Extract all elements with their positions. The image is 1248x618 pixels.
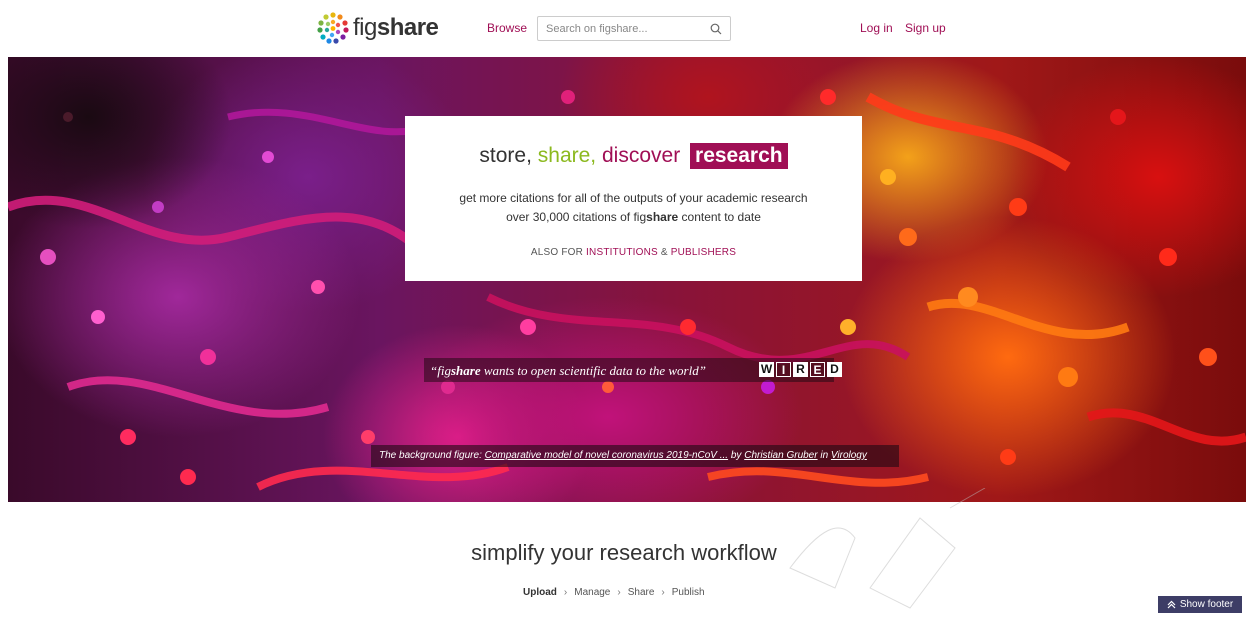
- show-footer-button[interactable]: Show footer: [1158, 596, 1242, 613]
- workflow-step-share[interactable]: Share: [628, 587, 655, 598]
- wired-logo: W I R E D: [759, 362, 842, 377]
- wired-letter-d: D: [827, 362, 842, 377]
- search-icon[interactable]: [710, 23, 722, 35]
- institutions-link[interactable]: INSTITUTIONS: [586, 247, 658, 258]
- subtitle-suffix: content to date: [678, 210, 761, 224]
- credit-in: in: [817, 450, 831, 461]
- workflow-steps: Upload › Manage › Share › Publish: [523, 587, 705, 598]
- also-for-amp: &: [660, 247, 668, 258]
- quote-bold: share: [450, 363, 481, 378]
- logo-wordmark: figshare: [353, 14, 439, 42]
- subtitle-prefix: over 30,000 citations of fig: [506, 210, 647, 224]
- figshare-logo[interactable]: figshare: [316, 10, 439, 46]
- wired-letter-i: I: [776, 362, 791, 377]
- credit-prefix: The background figure:: [379, 450, 485, 461]
- quote-rest: wants to open scientific data to the wor…: [480, 363, 706, 378]
- login-link[interactable]: Log in: [860, 21, 893, 35]
- signup-link[interactable]: Sign up: [905, 21, 946, 35]
- quote-open: “fig: [430, 363, 451, 378]
- quote-text: “figshare wants to open scientific data …: [430, 363, 706, 379]
- search-input[interactable]: [546, 21, 706, 37]
- credit-text: The background figure: Comparative model…: [379, 450, 867, 461]
- credit-author-link[interactable]: Christian Gruber: [744, 450, 817, 461]
- also-for-prefix: ALSO FOR: [530, 247, 584, 258]
- tagline-research: research: [690, 143, 788, 169]
- hero-subtitle-line2: over 30,000 citations of figshare conten…: [405, 210, 862, 224]
- wired-letter-e: E: [810, 362, 825, 377]
- hero-banner: store, share, discover research get more…: [8, 57, 1246, 502]
- subtitle-bold: share: [646, 210, 679, 224]
- chevron-right-icon: ›: [563, 587, 568, 598]
- wired-letter-w: W: [759, 362, 774, 377]
- hero-card: store, share, discover research get more…: [405, 116, 862, 281]
- credit-journal-link[interactable]: Virology: [831, 450, 867, 461]
- browse-link[interactable]: Browse: [487, 21, 527, 35]
- workflow-title: simplify your research workflow: [471, 540, 777, 565]
- show-footer-label: Show footer: [1179, 599, 1234, 610]
- also-for-line: ALSO FOR INSTITUTIONS & PUBLISHERS: [405, 247, 862, 258]
- background-credit: The background figure: Comparative model…: [371, 445, 899, 467]
- tagline-share: share,: [537, 144, 597, 167]
- workflow-step-publish[interactable]: Publish: [672, 587, 705, 598]
- credit-by: by: [728, 450, 745, 461]
- double-chevron-up-icon: [1167, 600, 1176, 609]
- figshare-logo-icon: [317, 12, 349, 44]
- logo-prefix: fig: [353, 14, 377, 41]
- logo-bold: share: [376, 14, 439, 41]
- site-header: figshare Browse Log in Sign up: [0, 0, 1248, 56]
- tagline-discover: discover: [601, 144, 681, 167]
- workflow-step-manage[interactable]: Manage: [574, 587, 610, 598]
- workflow-step-upload[interactable]: Upload: [523, 587, 557, 598]
- publishers-link[interactable]: PUBLISHERS: [671, 247, 736, 258]
- wired-quote: “figshare wants to open scientific data …: [424, 358, 842, 382]
- chevron-right-icon: ›: [617, 587, 621, 598]
- search-box: [537, 16, 731, 41]
- credit-title-link[interactable]: Comparative model of novel coronavirus 2…: [485, 450, 728, 461]
- wired-letter-r: R: [793, 362, 808, 377]
- tagline-store: store,: [479, 144, 532, 167]
- chevron-right-icon: ›: [661, 587, 665, 598]
- hero-subtitle-line1: get more citations for all of the output…: [459, 191, 808, 205]
- hero-tagline: store, share, discover research: [405, 143, 862, 169]
